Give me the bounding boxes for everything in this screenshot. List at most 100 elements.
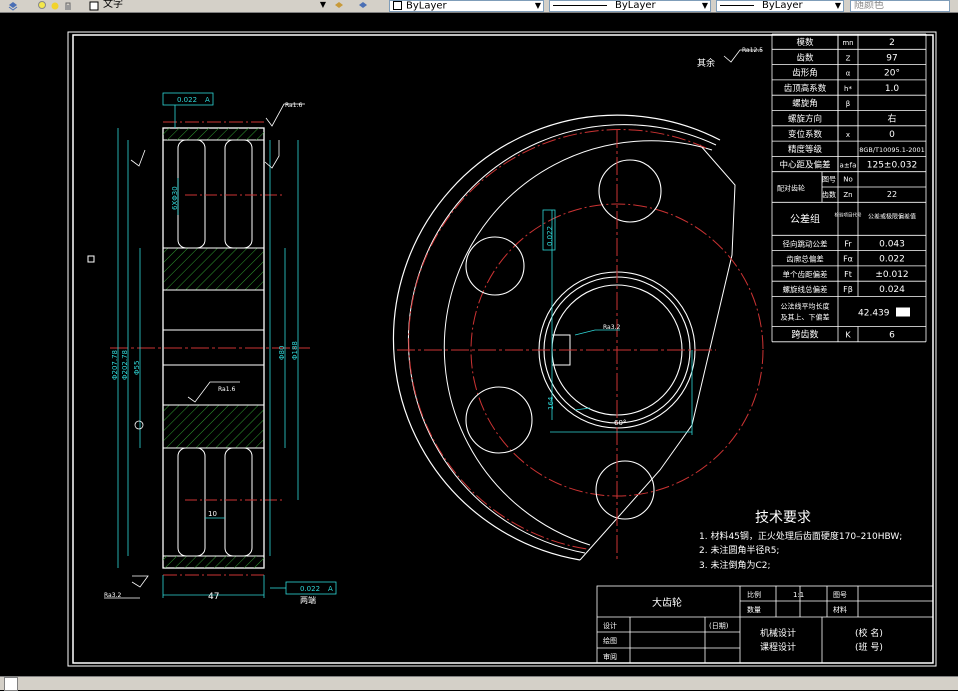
chevron-down-icon[interactable]: ▼ bbox=[533, 1, 543, 11]
section-view: Ra1.6 Ra1.6 Ra3.2 0.022 A 0.022 A 两端 47 … bbox=[104, 92, 337, 605]
tolerance-value: 0.022 bbox=[546, 226, 554, 246]
param-value: 97 bbox=[886, 53, 897, 63]
span-teeth-value: 6 bbox=[889, 331, 895, 341]
dim-width: 47 bbox=[208, 592, 219, 602]
param-symbol: h* bbox=[844, 85, 852, 93]
param-label: 螺旋角 bbox=[792, 98, 818, 109]
param-label: 中心距及偏差 bbox=[779, 159, 830, 170]
tol-value: 0.022 bbox=[879, 255, 905, 265]
datum-label: A bbox=[205, 96, 210, 104]
span-teeth-symbol: K bbox=[845, 331, 851, 340]
properties-toolbar: 文字 ▼ ByLayer ▼ ByLayer ▼ ByLayer ▼ 随颜色 bbox=[0, 0, 958, 13]
layers-icon[interactable] bbox=[8, 1, 18, 11]
param-label: 精度等级 bbox=[788, 144, 823, 155]
mating-no-label: 图号 bbox=[822, 176, 836, 184]
tol-code-label: 检验项目代号 bbox=[835, 211, 862, 218]
chevron-down-icon[interactable]: ▼ bbox=[318, 0, 328, 10]
layout-tabs-bar bbox=[0, 676, 958, 691]
tol-limit-label: 公差或极限偏差值 bbox=[868, 212, 916, 220]
tol-label: 螺旋线总偏差 bbox=[783, 284, 828, 294]
tech-item-1: 1. 材料45钢，正火处理后齿面硬度170–210HBW; bbox=[699, 530, 902, 542]
linetype-value: ByLayer bbox=[615, 0, 656, 11]
grip-marker[interactable] bbox=[87, 255, 95, 263]
outer-frame bbox=[67, 31, 937, 667]
param-symbol: α bbox=[846, 70, 851, 78]
model-tab[interactable] bbox=[4, 677, 18, 691]
tech-title: 技术要求 bbox=[755, 510, 811, 526]
roughness-other-note: 其余 bbox=[697, 57, 715, 69]
course-title-2: 课程设计 bbox=[760, 641, 796, 653]
mating-teeth-value: 22 bbox=[887, 190, 897, 199]
tol-label: 径向跳动公差 bbox=[783, 238, 828, 248]
draw-label: 绘图 bbox=[603, 636, 617, 645]
part-name: 大齿轮 bbox=[652, 596, 682, 609]
chevron-down-icon[interactable]: ▼ bbox=[833, 1, 843, 11]
dim-bore: Φ55 bbox=[133, 361, 141, 375]
span-value: 42.439 bbox=[858, 309, 890, 319]
tolerance-value: 0.022 bbox=[177, 96, 197, 104]
span-label-2: 及其上、下偏差 bbox=[781, 313, 830, 322]
lightbulb-icon[interactable] bbox=[37, 1, 47, 11]
lineweight-value: ByLayer bbox=[762, 0, 803, 11]
param-value: 1.0 bbox=[885, 84, 900, 94]
param-label: 齿顶高系数 bbox=[784, 83, 827, 94]
front-view: 164 0.022 60° Ra3.2 其余 Ra12.5 bbox=[392, 47, 764, 561]
param-value: 2 bbox=[889, 38, 895, 48]
review-label: 审阅 bbox=[603, 652, 617, 661]
tol-symbol: Fr bbox=[844, 239, 852, 248]
layer-previous-icon[interactable] bbox=[358, 1, 368, 11]
roughness-label: Ra1.6 bbox=[218, 386, 235, 393]
parameter-table: 模数 mn 2 齿数 Z 97 齿形角 α 20° 齿顶高系数 h* 1.0 螺旋角 β 螺旋方向 右变位系数… bbox=[771, 33, 927, 343]
design-label: 设计 bbox=[603, 621, 617, 630]
sun-icon[interactable] bbox=[50, 1, 60, 11]
dim-tip-diameter: Φ207.78 bbox=[111, 350, 119, 380]
tol-symbol: Fα bbox=[843, 255, 853, 264]
lock-icon[interactable] bbox=[63, 1, 73, 11]
dim-web: 10 bbox=[208, 510, 217, 518]
param-value: 20° bbox=[884, 69, 900, 79]
param-label: 齿数 bbox=[796, 52, 814, 63]
dim-angle: 60° bbox=[614, 419, 626, 427]
qty-label: 数量 bbox=[747, 605, 761, 614]
school-name: (校 名) bbox=[855, 627, 883, 639]
span-teeth-label: 跨齿数 bbox=[791, 329, 818, 341]
course-title-1: 机械设计 bbox=[760, 627, 796, 639]
layer-color-icon[interactable] bbox=[89, 1, 99, 11]
color-value: ByLayer bbox=[406, 0, 447, 12]
dim-keyway-depth: 164 bbox=[547, 396, 555, 410]
dim-pitch-diameter: Φ202.78 bbox=[121, 350, 129, 380]
param-label: 螺旋方向 bbox=[788, 114, 822, 125]
material-label: 材料 bbox=[833, 605, 847, 614]
linetype-combo[interactable]: ByLayer ▼ bbox=[549, 0, 711, 12]
param-value: 右 bbox=[887, 113, 896, 125]
drawing-canvas[interactable]: Ra1.6 Ra1.6 Ra3.2 0.022 A 0.022 A 两端 47 … bbox=[0, 13, 958, 676]
param-symbol: x bbox=[846, 131, 850, 139]
color-combo[interactable]: ByLayer ▼ bbox=[389, 0, 544, 12]
tol-value: 0.043 bbox=[879, 239, 905, 249]
dim-holes: 6XΦ30 bbox=[171, 186, 179, 210]
lineweight-combo[interactable]: ByLayer ▼ bbox=[716, 0, 844, 12]
plotstyle-combo[interactable]: 随颜色 bbox=[850, 0, 950, 12]
span-label-1: 公法线平均长度 bbox=[781, 302, 830, 311]
layer-name: 文字 bbox=[103, 0, 123, 10]
mating-no-symbol: No bbox=[843, 176, 853, 184]
technical-requirements: 技术要求 1. 材料45钢，正火处理后齿面硬度170–210HBW; 2. 未注… bbox=[699, 510, 902, 571]
class-name: (班 号) bbox=[855, 641, 883, 653]
param-value: 125±0.032 bbox=[867, 160, 917, 170]
dim-hub: Φ80 bbox=[278, 346, 286, 360]
tol-label: 齿廓总偏差 bbox=[786, 254, 824, 264]
drawing-no-label: 图号 bbox=[833, 591, 847, 599]
dim-rim: Φ188 bbox=[291, 341, 299, 360]
param-value: 0 bbox=[889, 130, 895, 140]
lineweight-sample bbox=[720, 4, 754, 6]
date-label: (日期) bbox=[709, 622, 729, 630]
layer-states-icon[interactable] bbox=[334, 1, 344, 11]
param-value: 8GB/T10095.1-2001 bbox=[859, 146, 925, 154]
roughness-label: Ra1.6 bbox=[285, 102, 302, 109]
color-swatch-icon bbox=[393, 1, 402, 10]
chevron-down-icon[interactable]: ▼ bbox=[700, 1, 710, 11]
layer-combo[interactable]: 文字 ▼ bbox=[100, 0, 328, 12]
scale-label: 比例 bbox=[747, 590, 761, 599]
param-symbol: β bbox=[846, 100, 850, 108]
param-symbol: Z bbox=[846, 54, 851, 62]
